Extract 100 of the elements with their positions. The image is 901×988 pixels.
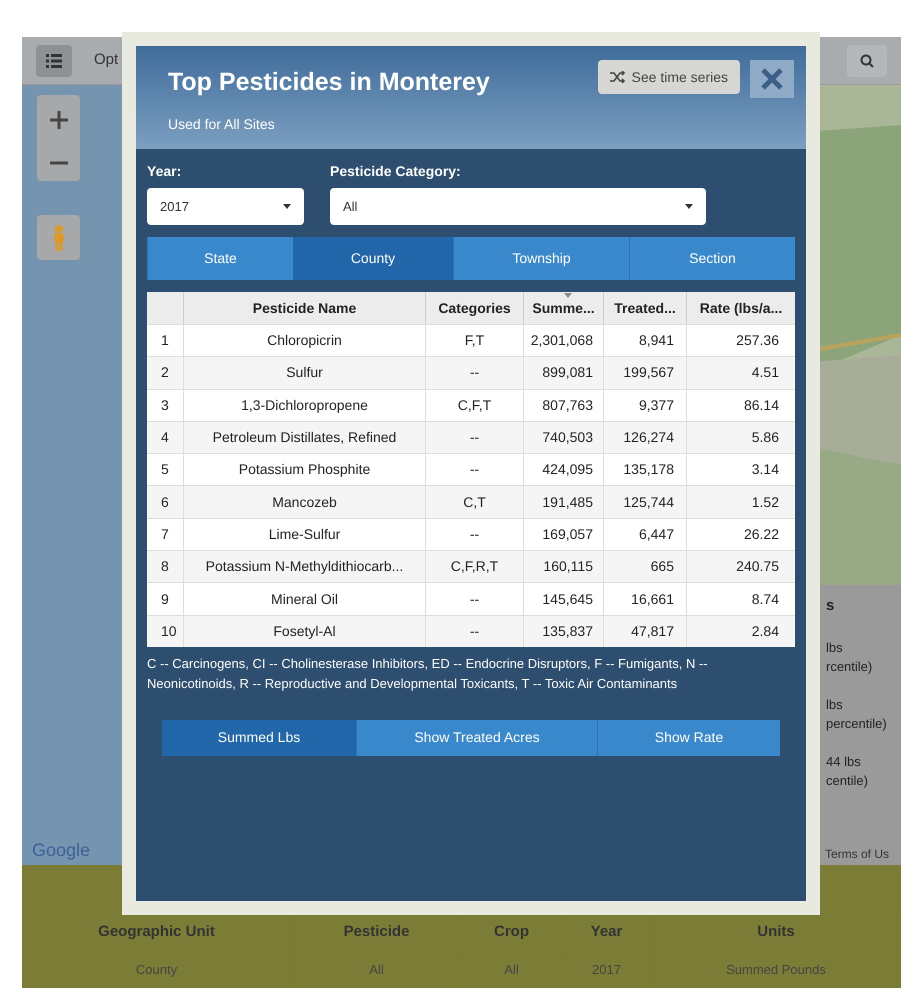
category-dropdown[interactable]: All bbox=[330, 188, 706, 225]
table-cell: 4 bbox=[147, 420, 183, 454]
panel-text: lbs bbox=[826, 638, 844, 656]
column-header[interactable]: Rate (lbs/a... bbox=[686, 292, 795, 324]
table-cell: 8.74 bbox=[686, 582, 795, 615]
column-header[interactable]: Treated... bbox=[603, 292, 686, 324]
table-cell: Fosetyl-Al bbox=[183, 614, 425, 647]
measure-button[interactable]: Show Rate bbox=[597, 720, 780, 756]
options-button[interactable]: Opt bbox=[94, 49, 118, 72]
zoom-in-icon[interactable] bbox=[50, 111, 68, 129]
table-cell: 2,301,068 bbox=[523, 324, 603, 356]
table-cell: 899,081 bbox=[523, 356, 603, 389]
table-cell: 2 bbox=[147, 356, 183, 389]
year-dropdown[interactable]: 2017 bbox=[147, 188, 304, 225]
table-cell: 5.86 bbox=[686, 420, 795, 454]
google-logo: Google bbox=[32, 839, 90, 862]
table-cell: 1.52 bbox=[686, 485, 795, 518]
table-cell: 135,837 bbox=[523, 614, 603, 647]
tab[interactable]: Section bbox=[629, 237, 795, 280]
table-cell: 126,274 bbox=[603, 420, 686, 454]
category-label: Pesticide Category: bbox=[330, 162, 462, 181]
year-label: Year: bbox=[147, 162, 182, 181]
table-cell: Mancozeb bbox=[183, 485, 425, 518]
table-cell: 191,485 bbox=[523, 485, 603, 518]
time-series-button[interactable]: See time series bbox=[598, 60, 740, 94]
caret-icon bbox=[283, 204, 291, 209]
column-header[interactable]: Summe... bbox=[523, 292, 603, 324]
panel-heading: s bbox=[826, 596, 836, 616]
table-cell: 169,057 bbox=[523, 518, 603, 550]
tab[interactable]: County bbox=[293, 237, 453, 280]
table-cell: 4.51 bbox=[686, 356, 795, 389]
table-cell: 6,447 bbox=[603, 518, 686, 550]
header-corner bbox=[147, 292, 183, 324]
table-cell: County bbox=[22, 952, 292, 988]
table-cell: 160,115 bbox=[523, 550, 603, 582]
table-cell: Mineral Oil bbox=[183, 582, 425, 615]
panel-text: percentile) bbox=[826, 715, 888, 733]
table-cell: 16,661 bbox=[603, 582, 686, 615]
modal-title: Top Pesticides in Monterey bbox=[168, 67, 491, 98]
table-cell: All bbox=[462, 952, 562, 988]
panel-text: rcentile) bbox=[826, 658, 874, 676]
caret-icon bbox=[685, 204, 693, 209]
table-cell: -- bbox=[425, 356, 523, 389]
table-cell: 424,095 bbox=[523, 453, 603, 486]
table-cell: 47,817 bbox=[603, 614, 686, 647]
table-cell: 8 bbox=[147, 550, 183, 582]
column-header[interactable]: Pesticide Name bbox=[183, 292, 425, 324]
table-cell: Lime-Sulfur bbox=[183, 518, 425, 550]
table-cell: Chloropicrin bbox=[183, 324, 425, 356]
table-cell: -- bbox=[425, 614, 523, 647]
table-cell: C,T bbox=[425, 485, 523, 518]
table-cell: Potassium Phosphite bbox=[183, 453, 425, 486]
table-cell: C,F,R,T bbox=[425, 550, 523, 582]
table-cell: All bbox=[292, 952, 462, 988]
modal-subtitle: Used for All Sites bbox=[168, 114, 276, 134]
table-cell: 135,178 bbox=[603, 453, 686, 486]
measure-button[interactable]: Summed Lbs bbox=[162, 720, 356, 756]
terms-link[interactable]: Terms of Us bbox=[825, 845, 890, 863]
table-cell: 145,645 bbox=[523, 582, 603, 615]
table-cell: 9,377 bbox=[603, 388, 686, 421]
table-cell: 2017 bbox=[562, 952, 652, 988]
table-cell: Summed Pounds bbox=[652, 952, 901, 988]
table-cell: 1 bbox=[147, 324, 183, 356]
table-cell: -- bbox=[425, 420, 523, 454]
table-cell: -- bbox=[425, 518, 523, 550]
column-header[interactable]: Categories bbox=[425, 292, 523, 324]
tab[interactable]: State bbox=[147, 237, 293, 280]
table-cell: C,F,T bbox=[425, 388, 523, 421]
table-cell: 10 bbox=[147, 614, 183, 647]
zoom-out-icon[interactable] bbox=[50, 161, 68, 165]
search-icon[interactable] bbox=[847, 44, 887, 76]
table-cell: 199,567 bbox=[603, 356, 686, 389]
table-cell: 807,763 bbox=[523, 388, 603, 421]
table-cell: 86.14 bbox=[686, 388, 795, 421]
table-cell: 26.22 bbox=[686, 518, 795, 550]
list-icon[interactable] bbox=[36, 44, 72, 76]
table-cell: F,T bbox=[425, 324, 523, 356]
table-cell: 1,3-Dichloropropene bbox=[183, 388, 425, 421]
table-cell: -- bbox=[425, 582, 523, 615]
table-cell: 6 bbox=[147, 485, 183, 518]
shuffle-icon bbox=[610, 71, 626, 83]
close-button[interactable] bbox=[750, 60, 794, 98]
category-legend: C -- Carcinogens, CI -- Cholinesterase Inhibitors, ED -- Endocrine Disruptors, F -- Fumigants, N -- Neonicotinoids, R -- Reproductive and Developmental Toxicants, T -- Toxic Air Contaminants bbox=[147, 654, 795, 694]
table-cell: Potassium N-Methyldithiocarb... bbox=[183, 550, 425, 582]
tab[interactable]: Township bbox=[453, 237, 629, 280]
panel-text: lbs bbox=[826, 696, 844, 714]
table-cell: -- bbox=[425, 453, 523, 486]
table-cell: 3.14 bbox=[686, 453, 795, 486]
table-cell: Sulfur bbox=[183, 356, 425, 389]
table-cell: 740,503 bbox=[523, 420, 603, 454]
table-cell: 5 bbox=[147, 453, 183, 486]
measure-button[interactable]: Show Treated Acres bbox=[356, 720, 597, 756]
table-cell: Petroleum Distillates, Refined bbox=[183, 420, 425, 454]
panel-text: 44 lbs bbox=[826, 752, 862, 770]
table-cell: 257.36 bbox=[686, 324, 795, 356]
table-cell: 2.84 bbox=[686, 614, 795, 647]
table-cell: 125,744 bbox=[603, 485, 686, 518]
close-icon bbox=[760, 67, 784, 91]
table-cell: 8,941 bbox=[603, 324, 686, 356]
panel-text: centile) bbox=[826, 772, 869, 790]
